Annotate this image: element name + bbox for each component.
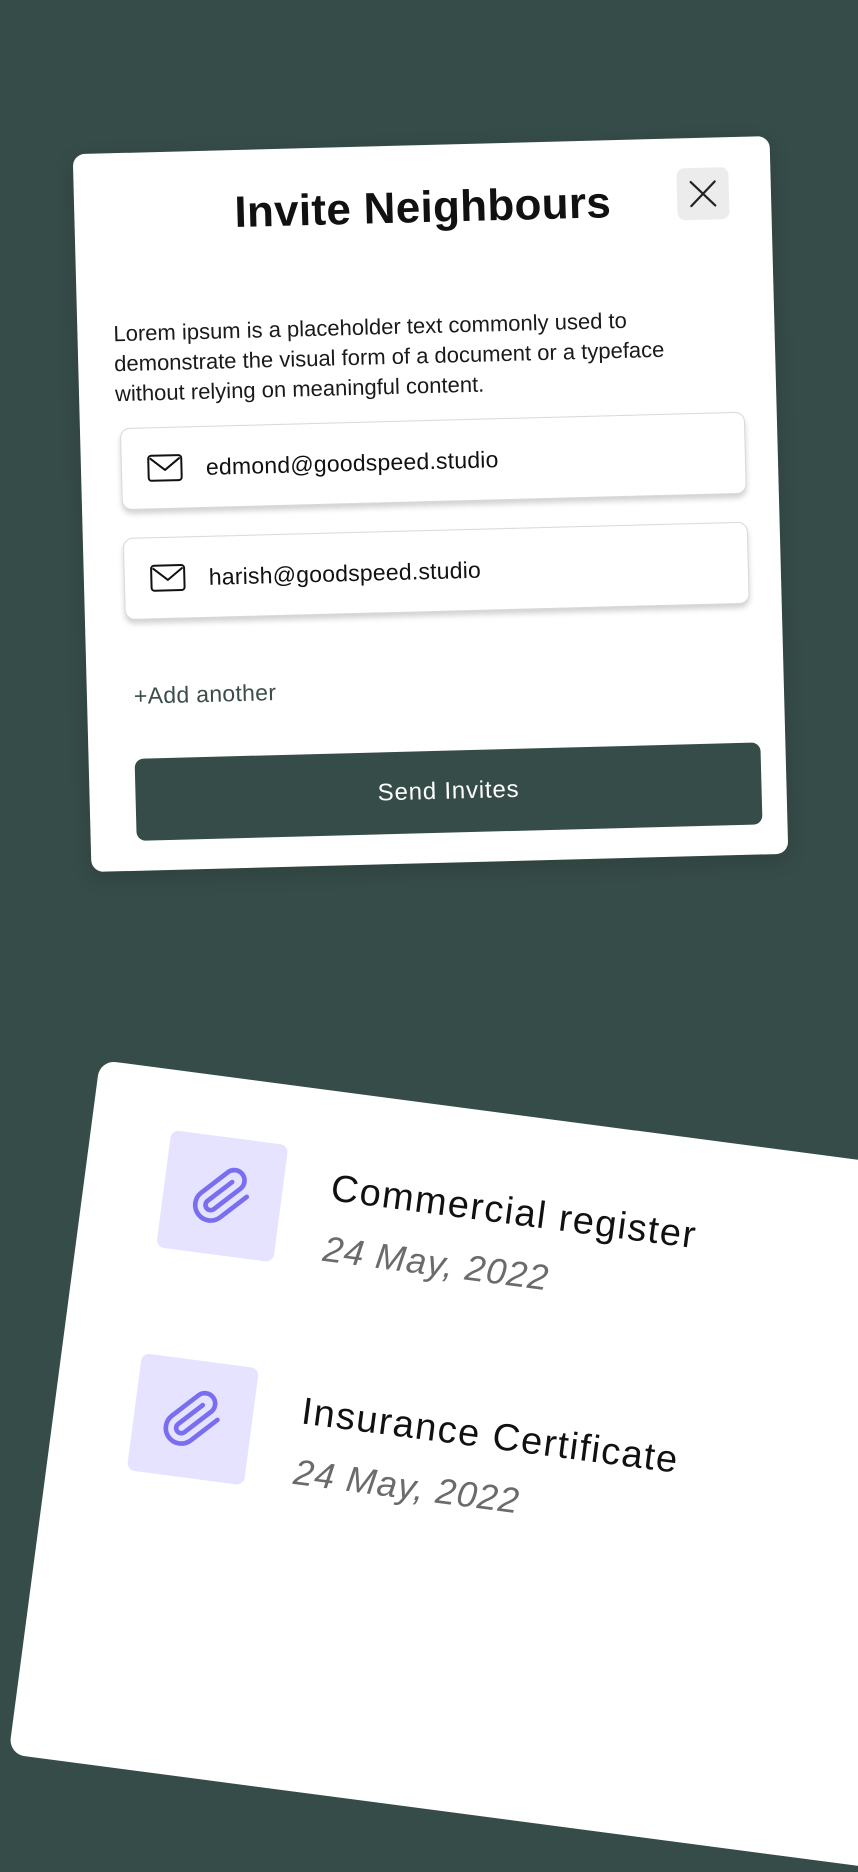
modal-title: Invite Neighbours (233, 178, 612, 238)
attachment-thumbnail (126, 1353, 260, 1486)
document-item[interactable]: Commercial register 24 May, 2022 (156, 1129, 701, 1318)
send-invites-button[interactable]: Send Invites (134, 742, 763, 841)
mail-icon (148, 562, 187, 593)
email-value: harish@goodspeed.studio (208, 556, 482, 590)
modal-description: Lorem ipsum is a placeholder text common… (113, 307, 665, 407)
paperclip-icon (192, 1167, 250, 1223)
attachment-thumbnail (156, 1129, 289, 1263)
documents-card: Commercial register 24 May, 2022 Insuran… (8, 1060, 858, 1872)
close-icon (689, 180, 717, 208)
document-item[interactable]: Insurance Certificate 24 May, 2022 (126, 1353, 684, 1542)
add-another-link[interactable]: +Add another (134, 679, 277, 710)
invite-neighbours-modal: Invite Neighbours Lorem ipsum is a place… (72, 136, 789, 872)
paperclip-icon (163, 1390, 220, 1446)
email-value: edmond@goodspeed.studio (205, 445, 499, 480)
email-field[interactable]: harish@goodspeed.studio (122, 521, 750, 621)
close-button[interactable] (676, 167, 730, 221)
mail-icon (146, 452, 185, 483)
email-field[interactable]: edmond@goodspeed.studio (119, 411, 747, 511)
